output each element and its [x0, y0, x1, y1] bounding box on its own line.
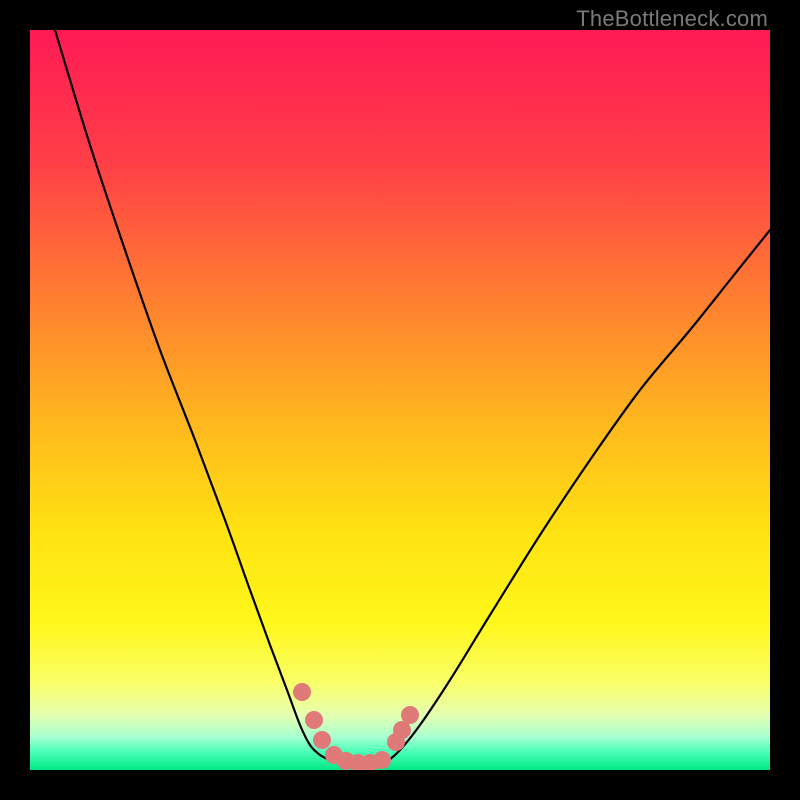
curve-markers	[293, 683, 419, 770]
outer-frame: TheBottleneck.com	[0, 0, 800, 800]
plot-area	[30, 30, 770, 770]
bottleneck-curve	[55, 30, 770, 765]
curve-marker	[373, 751, 391, 769]
curve-layer	[30, 30, 770, 770]
curve-marker	[293, 683, 311, 701]
watermark-text: TheBottleneck.com	[576, 6, 768, 32]
curve-marker	[313, 731, 331, 749]
curve-marker	[305, 711, 323, 729]
curve-marker	[401, 706, 419, 724]
